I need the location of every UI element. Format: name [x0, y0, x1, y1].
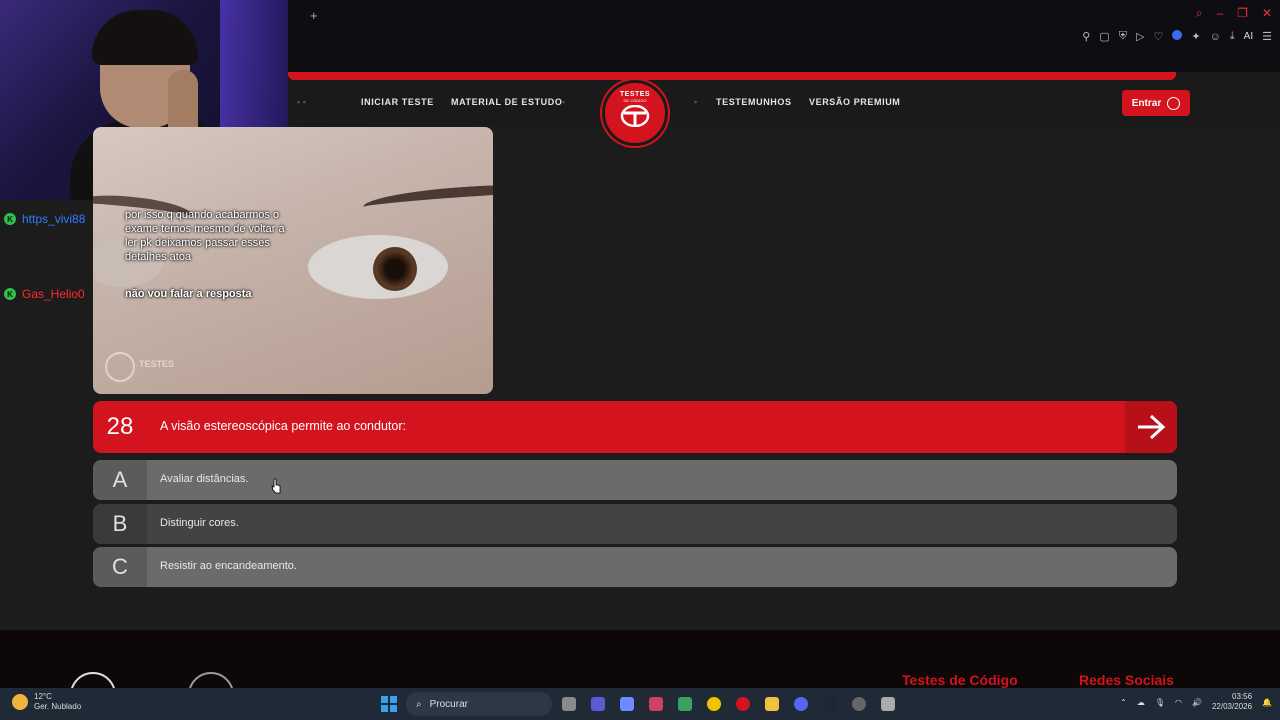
login-button[interactable]: Entrar [1122, 90, 1190, 116]
notification-bell-icon[interactable]: 🔔 [1262, 698, 1272, 707]
weather-widget[interactable]: 12°C Ger. Nublado [12, 692, 81, 712]
watermark-logo-icon [105, 352, 135, 382]
taskbar [0, 688, 1280, 720]
site-logo[interactable]: TESTES DE CÓDIGO [602, 80, 668, 146]
restore-icon[interactable]: ❐ [1237, 6, 1248, 21]
heart-icon[interactable]: ♡ [1153, 30, 1163, 43]
weather-temp: 12°C [34, 692, 52, 701]
taskbar-search[interactable]: ⌕ Procurar [406, 692, 552, 716]
nav-faded-icon: ▪ [562, 97, 566, 107]
question-text: A visão estereoscópica permite ao condut… [160, 419, 406, 433]
answer-option-b[interactable]: B Distinguir cores. [93, 504, 1177, 544]
steam-icon[interactable] [823, 697, 837, 711]
page: + ⌕ – ❐ ✕ ⚲ ▢ ⛨ ▷ ♡ ✦ ☺ ⤓ AI ☰ ▪ ▪ INICI… [0, 0, 1280, 720]
weather-desc: Ger. Nublado [34, 702, 82, 711]
nav-testemunhos[interactable]: TESTEMUNHOS [716, 97, 792, 107]
system-tray: ⌃ ☁ 🎙 ◠ 🔊 03:56 22/03/2026 🔔 [1120, 692, 1272, 712]
search-label: Procurar [429, 698, 468, 710]
ai-button[interactable]: AI [1244, 31, 1253, 42]
app-icon[interactable] [620, 697, 634, 711]
weather-icon [12, 694, 28, 710]
answer-option-a[interactable]: A Avaliar distâncias. [93, 460, 1177, 500]
next-question-button[interactable] [1125, 401, 1177, 453]
puzzle-icon[interactable]: ✦ [1191, 30, 1200, 43]
nav-faded-icon: ▪ ▪ [297, 97, 306, 107]
extension-blue-icon[interactable] [1172, 30, 1183, 43]
answer-option-c[interactable]: C Resistir ao encandeamento. [93, 547, 1177, 587]
logo-text: TESTES [619, 91, 651, 98]
download-icon[interactable]: ⤓ [1230, 30, 1235, 43]
nav-faded-icon: ▪ [694, 97, 698, 107]
window-controls: ⌕ – ❐ ✕ [1196, 6, 1272, 21]
extension-toolbar: ⚲ ▢ ⛨ ▷ ♡ ✦ ☺ ⤓ AI ☰ [1082, 30, 1272, 43]
arrow-right-icon [1138, 414, 1166, 440]
clock-date: 22/03/2026 [1211, 702, 1253, 711]
app-icon[interactable] [678, 697, 692, 711]
teams-icon[interactable] [591, 697, 605, 711]
user-icon [1167, 96, 1181, 110]
footer-heading-testes: Testes de Código [902, 672, 1018, 688]
microphone-icon[interactable]: 🎙 [1155, 698, 1165, 707]
option-letter: B [93, 504, 147, 544]
chat-username: https_vivi88 [22, 212, 86, 226]
app-icon[interactable] [852, 697, 866, 711]
close-icon[interactable]: ✕ [1262, 6, 1272, 21]
iris [373, 247, 417, 291]
new-tab-button[interactable]: + [310, 8, 318, 23]
app-icon[interactable] [649, 697, 663, 711]
webcam-person-hair [92, 10, 198, 65]
watermark-text: TESTES [139, 359, 175, 369]
task-view-icon[interactable] [562, 697, 576, 711]
notepad-icon[interactable] [881, 697, 895, 711]
option-text: Resistir ao encandeamento. [160, 560, 297, 572]
eyebrow-right [362, 180, 493, 220]
play-icon[interactable]: ▷ [1136, 30, 1144, 43]
question-bar: 28 A visão estereoscópica permite ao con… [93, 401, 1177, 453]
search-icon: ⌕ [416, 698, 422, 710]
clock[interactable]: 03:56 22/03/2026 [1212, 692, 1252, 712]
chat-username: Gas_Helio0 [22, 287, 85, 301]
search-icon[interactable]: ⌕ [1196, 6, 1203, 21]
hand-cursor-icon [271, 478, 281, 494]
header-accent-bar [288, 72, 1176, 80]
chat-message: por isso q quando acabarmos o exame temo… [125, 209, 285, 263]
discord-icon[interactable] [794, 697, 808, 711]
profile-icon[interactable]: ☺ [1210, 31, 1221, 43]
pin-icon[interactable]: ⚲ [1082, 30, 1090, 43]
nav-material-estudo[interactable]: MATERIAL DE ESTUDO [451, 97, 562, 107]
chat-user: K https_vivi88 [4, 212, 85, 226]
wifi-icon[interactable]: ◠ [1175, 698, 1182, 707]
logo-subtext: DE CÓDIGO [623, 98, 647, 103]
minimize-icon[interactable]: – [1216, 6, 1223, 21]
option-text: Distinguir cores. [160, 517, 239, 529]
option-text: Avaliar distâncias. [160, 473, 249, 485]
shield-icon[interactable]: ⛨ [1119, 30, 1127, 43]
chevron-up-icon[interactable]: ⌃ [1120, 698, 1127, 707]
footer-heading-redes: Redes Sociais [1079, 672, 1174, 688]
chat-badge-icon: K [4, 288, 16, 300]
chat-user: K Gas_Helio0 [4, 287, 85, 301]
folder-icon[interactable] [765, 697, 779, 711]
logo-t-icon [620, 105, 650, 127]
question-number: 28 [106, 413, 134, 440]
opera-icon[interactable] [736, 697, 750, 711]
volume-icon[interactable]: 🔊 [1192, 698, 1202, 707]
chrome-icon[interactable] [707, 697, 721, 711]
cloud-icon[interactable]: ☁ [1137, 698, 1145, 707]
option-letter: A [93, 460, 147, 500]
login-label: Entrar [1131, 97, 1162, 109]
nav-versao-premium[interactable]: VERSÃO PREMIUM [809, 97, 900, 107]
windows-start-icon[interactable] [381, 696, 397, 712]
clock-time: 03:56 [1232, 692, 1253, 701]
menu-icon[interactable]: ☰ [1262, 30, 1272, 43]
chat-badge-icon: K [4, 213, 16, 225]
chat-message: não vou falar a resposta [125, 288, 252, 300]
nav-iniciar-teste[interactable]: INICIAR TESTE [361, 97, 434, 107]
option-letter: C [93, 547, 147, 587]
screenshot-icon[interactable]: ▢ [1099, 30, 1109, 43]
